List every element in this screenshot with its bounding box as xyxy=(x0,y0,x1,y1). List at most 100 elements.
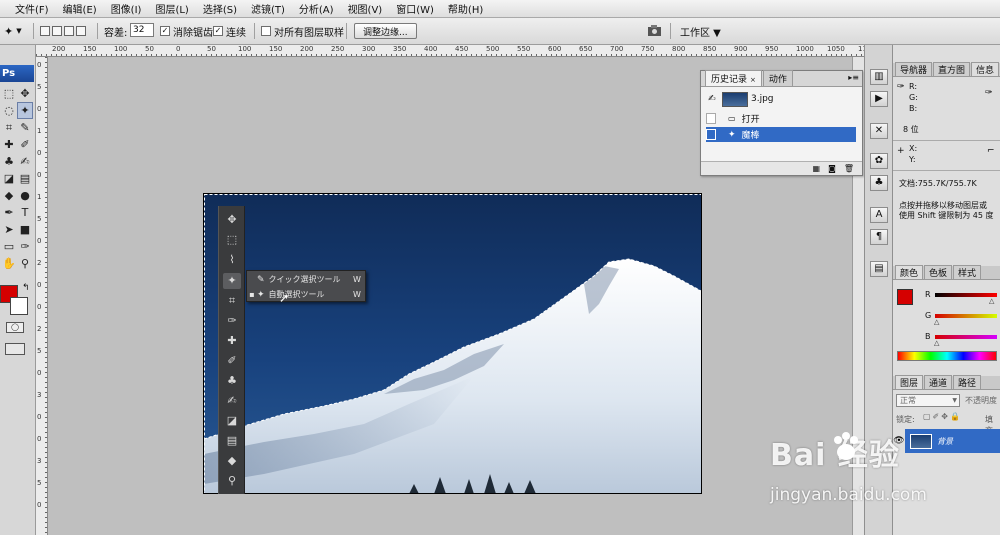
pen-tool-icon[interactable]: ✒ xyxy=(1,204,17,221)
move-tool-icon[interactable]: ✥ xyxy=(17,85,33,102)
zoom-tool-icon[interactable]: ⚲ xyxy=(17,255,33,272)
menu-select[interactable]: 选择(S) xyxy=(196,1,244,16)
history-step-open[interactable]: ▭ 打开 xyxy=(706,111,856,126)
ruler-tick-label: 100 xyxy=(114,45,128,53)
new-selection-button[interactable] xyxy=(40,26,50,36)
inner-image-toolbar: ✥ ⬚ ⌇ ✦ ⌗ ✑ ✚ ✐ ♣ ✍ ◪ ▤ ◆ ⚲ xyxy=(218,206,245,494)
marquee-tool-icon[interactable]: ⬚ xyxy=(1,85,17,102)
antialias-option[interactable]: ✓ 消除锯齿 xyxy=(160,23,213,39)
history-state-marker[interactable] xyxy=(706,129,716,140)
dock-history-icon[interactable]: ▥ xyxy=(870,69,888,85)
tab-info[interactable]: 信息 xyxy=(971,62,1000,76)
menu-image[interactable]: 图像(I) xyxy=(104,1,149,16)
brush-tool-icon[interactable]: ✐ xyxy=(17,136,33,153)
dock-brushes-icon[interactable]: ✿ xyxy=(870,153,888,169)
tab-actions[interactable]: 动作 xyxy=(762,70,793,86)
tab-channels[interactable]: 通道 xyxy=(924,375,953,389)
new-document-from-state-icon[interactable]: ▦ xyxy=(813,164,821,173)
tolerance-input[interactable]: 32 xyxy=(130,23,154,37)
tab-histogram[interactable]: 直方图 xyxy=(933,62,971,76)
inner-brush-icon: ✐ xyxy=(227,354,237,367)
inner-magic-wand-icon: ✦ xyxy=(223,273,241,289)
dock-clone-source-icon[interactable]: ♣ xyxy=(870,175,888,191)
dock-paragraph-icon[interactable]: ¶ xyxy=(870,229,888,245)
tab-navigator[interactable]: 导航器 xyxy=(895,62,933,76)
crop-tool-icon[interactable]: ⌗ xyxy=(1,119,17,136)
snapshot-thumbnail xyxy=(722,91,748,107)
path-select-icon[interactable]: ➤ xyxy=(1,221,17,238)
red-slider-handle[interactable]: △ xyxy=(989,297,994,305)
screen-mode-button[interactable] xyxy=(5,343,25,355)
menu-window[interactable]: 窗口(W) xyxy=(389,1,441,16)
menu-view[interactable]: 视图(V) xyxy=(341,1,390,16)
sample-all-checkbox[interactable] xyxy=(261,26,271,36)
intersect-selection-button[interactable] xyxy=(76,26,86,36)
tab-color[interactable]: 颜色 xyxy=(895,265,924,279)
clone-stamp-icon[interactable]: ♣ xyxy=(1,153,17,170)
menu-filter[interactable]: 滤镜(T) xyxy=(244,1,292,16)
dock-actions-icon[interactable]: ▶ xyxy=(870,91,888,107)
green-slider-handle[interactable]: △ xyxy=(934,318,939,326)
subtract-selection-button[interactable] xyxy=(64,26,74,36)
tab-paths[interactable]: 路径 xyxy=(953,375,982,389)
color-panel-fg-swatch[interactable] xyxy=(897,289,913,305)
menu-edit[interactable]: 编辑(E) xyxy=(56,1,104,16)
workspace-menu[interactable]: 工作区 ▼ xyxy=(680,23,721,39)
history-snapshot[interactable]: ✍ 3.jpg xyxy=(706,89,858,109)
color-r-label: R xyxy=(925,290,931,299)
healing-brush-icon[interactable]: ✚ xyxy=(1,136,17,153)
lasso-tool-icon[interactable]: ◌ xyxy=(1,102,17,119)
bridge-icon[interactable] xyxy=(647,23,665,39)
dock-layer-comps-icon[interactable]: ▤ xyxy=(870,261,888,277)
dodge-tool-icon[interactable]: ● xyxy=(17,187,33,204)
menu-help[interactable]: 帮助(H) xyxy=(441,1,490,16)
inner-history-brush-icon: ✍ xyxy=(227,394,237,407)
popup-item-quick-select: ✎ クイック選択ツール W xyxy=(257,274,361,285)
tab-swatches[interactable]: 色板 xyxy=(924,265,953,279)
history-brush-icon[interactable]: ✍ xyxy=(17,153,33,170)
add-selection-button[interactable] xyxy=(52,26,62,36)
red-slider[interactable] xyxy=(935,293,997,297)
contiguous-option[interactable]: ✓ 连续 xyxy=(213,23,246,39)
history-step-magic-wand[interactable]: ✦ 魔棒 xyxy=(706,127,856,142)
quick-mask-button[interactable]: ◯ xyxy=(6,322,24,333)
antialias-checkbox[interactable]: ✓ xyxy=(160,26,170,36)
tab-layers[interactable]: 图层 xyxy=(895,375,924,389)
dock-character-icon[interactable]: A xyxy=(870,207,888,223)
ruler-tick-label: 800 xyxy=(672,45,686,53)
history-step-checkbox[interactable] xyxy=(706,113,716,124)
tab-styles[interactable]: 样式 xyxy=(953,265,982,279)
background-color-swatch[interactable] xyxy=(10,297,28,315)
dock-tool-presets-icon[interactable]: ✕ xyxy=(870,123,888,139)
sample-all-option[interactable]: 对所有图层取样 xyxy=(261,23,344,39)
blend-mode-select[interactable]: 正常 ▼ xyxy=(896,394,960,407)
eyedropper-tool-icon[interactable]: ✑ xyxy=(17,238,33,255)
panel-menu-icon[interactable]: ▸≡ xyxy=(848,73,859,82)
color-spectrum[interactable] xyxy=(897,351,997,361)
menu-file[interactable]: 文件(F) xyxy=(8,1,56,16)
trash-icon[interactable]: 🗑 xyxy=(844,164,854,173)
new-snapshot-icon[interactable]: ◙ xyxy=(828,164,836,173)
eraser-tool-icon[interactable]: ◪ xyxy=(1,170,17,187)
menu-layer[interactable]: 图层(L) xyxy=(148,1,195,16)
magic-wand-tool-icon[interactable]: ✦ xyxy=(17,102,33,119)
menu-analysis[interactable]: 分析(A) xyxy=(292,1,341,16)
type-tool-icon[interactable]: T xyxy=(17,204,33,221)
gradient-tool-icon[interactable]: ▤ xyxy=(17,170,33,187)
green-slider[interactable] xyxy=(935,314,997,318)
blue-slider-handle[interactable]: △ xyxy=(934,339,939,347)
contiguous-checkbox[interactable]: ✓ xyxy=(213,26,223,36)
hand-tool-icon[interactable]: ✋ xyxy=(1,255,17,272)
blur-tool-icon[interactable]: ◆ xyxy=(1,187,17,204)
refine-edge-button[interactable]: 调整边缘... xyxy=(354,23,417,39)
notes-tool-icon[interactable]: ▭ xyxy=(1,238,17,255)
info-x-label: X: xyxy=(909,144,918,153)
tool-preset-picker[interactable]: ✦ ▼ xyxy=(4,23,22,39)
swap-colors-icon[interactable]: ↰ xyxy=(22,283,30,293)
shape-tool-icon[interactable]: ■ xyxy=(17,221,33,238)
tab-history[interactable]: 历史记录 × xyxy=(705,70,762,86)
lock-icons[interactable]: ▢✐✥🔒 xyxy=(923,412,962,421)
blue-slider[interactable] xyxy=(935,335,997,339)
document-image[interactable] xyxy=(203,193,702,494)
slice-tool-icon[interactable]: ✎ xyxy=(17,119,33,136)
